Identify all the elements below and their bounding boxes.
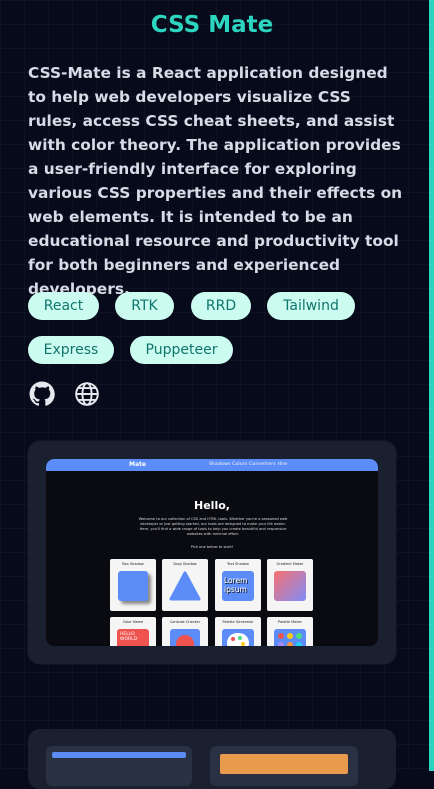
- preview-tile-box-shadow: Box Shadow: [110, 559, 156, 611]
- tag-react: React: [28, 292, 99, 320]
- tile-label: Text Shadow: [226, 562, 249, 566]
- globe-icon[interactable]: [74, 381, 100, 407]
- project-preview-card[interactable]: Mate Shadows Colors Converters Hire Hell…: [28, 441, 396, 664]
- tile-label: Palette Generator: [222, 620, 254, 624]
- preview-cta: Pick one below to start!: [190, 545, 234, 549]
- tile-label: Color Name: [122, 620, 144, 624]
- tag-rtk: RTK: [115, 292, 174, 320]
- preview-tile-contrast-checker: Contrast Checker: [162, 617, 208, 646]
- accent-edge-bar: [429, 0, 434, 771]
- tag-express: Express: [28, 336, 114, 364]
- preview-tile-palette-maker: Palette Maker: [267, 617, 313, 646]
- preview-tile-gradient-maker: Gradient Maker: [267, 559, 313, 611]
- tag-rrd: RRD: [191, 292, 251, 320]
- preview-intro: Welcome to our collection of CSS and HTM…: [138, 517, 288, 536]
- preview-screenshot: Mate Shadows Colors Converters Hire Hell…: [46, 459, 378, 646]
- next-preview-thumbnail: [46, 746, 192, 786]
- tile-text-shadow-sample: Lorem ipsum: [222, 571, 254, 601]
- preview-tile-palette-generator: Palette Generator: [215, 617, 261, 646]
- tile-label: Gradient Maker: [276, 562, 304, 566]
- preview-tile-text-shadow: Text Shadow Lorem ipsum: [215, 559, 261, 611]
- tag-tailwind: Tailwind: [267, 292, 355, 320]
- project-title: CSS Mate: [150, 12, 274, 38]
- next-project-card[interactable]: [28, 729, 396, 789]
- preview-heading: Hello,: [194, 499, 230, 512]
- next-preview-thumbnail-2: [210, 746, 358, 786]
- project-description: CSS-Mate is a React application designed…: [28, 64, 403, 298]
- github-icon[interactable]: [29, 381, 55, 407]
- tag-puppeteer: Puppeteer: [130, 336, 233, 364]
- preview-logo: Mate: [129, 461, 146, 468]
- tile-label: Contrast Checker: [169, 620, 201, 624]
- tile-label: Palette Maker: [278, 620, 302, 624]
- preview-tile-color-name: Color Name HELLO WORLD: [110, 617, 156, 646]
- preview-navbar: Mate Shadows Colors Converters Hire: [46, 459, 378, 471]
- preview-tile-drop-shadow: Drop Shadow: [162, 559, 208, 611]
- tile-label: Drop Shadow: [173, 562, 197, 566]
- tile-color-name-sample: HELLO WORLD: [117, 629, 149, 646]
- preview-nav-links: Shadows Colors Converters Hire: [209, 462, 288, 467]
- tile-label: Box Shadow: [122, 562, 144, 566]
